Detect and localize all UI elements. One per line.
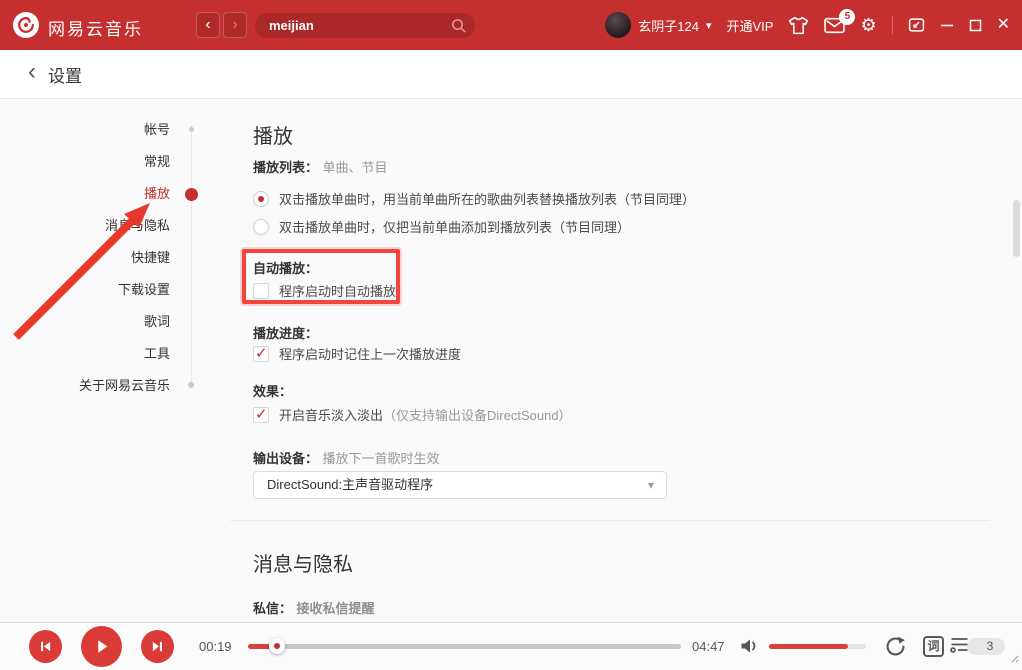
checkbox-label: 程序启动时记住上一次播放进度 [279,344,461,363]
radio-label: 双击播放单曲时，仅把当前单曲添加到播放列表（节目同理） [279,217,630,236]
previous-track-button[interactable] [29,630,62,663]
play-button[interactable] [81,626,122,667]
search-icon[interactable] [450,17,467,39]
radio-unselected-icon[interactable] [253,219,269,235]
back-button[interactable]: ‹ [196,12,220,38]
resize-handle-icon[interactable] [1009,650,1019,668]
playlist-note: 单曲、节目 [322,160,387,175]
titlebar-divider [892,16,893,34]
autoplay-checkbox-row[interactable]: 程序启动时自动播放 [253,281,396,300]
titlebar: 网易云音乐 ‹ › 玄阴子124 ▾ 开通VIP [0,0,1022,50]
output-device-label: 输出设备： [253,451,318,466]
sidebar-item-lyrics[interactable]: 歌词 [0,306,170,338]
checkbox-label: 开启音乐淡入淡出 [279,408,383,423]
user-menu[interactable]: 玄阴子124 ▾ [605,12,711,38]
effect-note: （仅支持输出设备DirectSound） [383,408,572,423]
lyrics-button[interactable]: 词 [923,636,944,657]
progress-handle[interactable] [269,638,285,654]
radio-label: 双击播放单曲时，用当前单曲所在的歌曲列表替换播放列表（节目同理） [279,189,695,208]
playlist-label: 播放列表： [253,160,318,175]
netease-logo-icon[interactable] [13,12,39,38]
theme-skin-icon[interactable] [788,16,809,35]
remember-progress-checkbox-row[interactable]: ✓ 程序启动时记住上一次播放进度 [253,344,461,363]
select-caret-icon: ▾ [648,472,654,498]
pm-label: 私信： [253,601,292,616]
minimize-icon[interactable] [940,18,954,32]
volume-bar[interactable] [769,644,866,649]
progress-bar[interactable] [248,644,681,649]
output-device-note: 播放下一首歌时生效 [322,451,439,466]
check-glyph: ✓ [255,344,268,362]
sidebar-active-dot [185,188,198,201]
username[interactable]: 玄阴子124 [638,16,699,35]
play-progress-label: 播放进度： [253,323,318,342]
next-track-button[interactable] [141,630,174,663]
section-title-privacy: 消息与隐私 [253,548,353,577]
user-avatar[interactable] [605,12,631,38]
output-device-row: 输出设备： 播放下一首歌时生效 [253,448,439,468]
radio-selected-icon[interactable] [253,191,269,207]
page-title: 设置 [48,62,82,87]
check-glyph: ✓ [255,405,268,423]
close-icon[interactable]: ✕ [997,17,1010,33]
checkbox-checked-icon[interactable]: ✓ [253,407,269,423]
player-bar: 00:19 04:47 词 3 [0,622,1022,670]
maximize-icon[interactable] [969,19,982,32]
output-device-select[interactable]: DirectSound:主声音驱动程序 ▾ [253,471,667,499]
sidebar-track-dot-bottom [188,382,194,388]
pm-note: 接收私信提醒 [296,601,374,616]
repeat-mode-icon[interactable] [884,635,907,663]
sidebar-item-hotkeys[interactable]: 快捷键 [0,242,170,274]
checkbox-checked-icon[interactable]: ✓ [253,346,269,362]
elapsed-time: 00:19 [199,639,232,654]
titlebar-right: 玄阴子124 ▾ 开通VIP 5 ⚙ [605,0,1010,50]
app-title: 网易云音乐 [48,15,143,40]
settings-sidebar: 帐号 常规 播放 消息与隐私 快捷键 下载设置 歌词 工具 关于网易云音乐 [0,114,170,402]
playlist-radio-append[interactable]: 双击播放单曲时，仅把当前单曲添加到播放列表（节目同理） [253,217,630,236]
sidebar-item-account[interactable]: 帐号 [0,114,170,146]
playlist-setting-row: 播放列表： 单曲、节目 [253,157,387,177]
section-title-play: 播放 [253,120,293,149]
sidebar-item-about[interactable]: 关于网易云音乐 [0,370,170,402]
total-time: 04:47 [692,639,725,654]
settings-header: ‹ 设置 [0,50,1022,99]
app-window: 网易云音乐 ‹ › 玄阴子124 ▾ 开通VIP [0,0,1022,670]
forward-button[interactable]: › [223,12,247,38]
volume-fill [769,644,848,649]
sidebar-item-play[interactable]: 播放 [0,178,170,210]
settings-gear-icon[interactable]: ⚙ [860,16,876,34]
private-message-row: 私信： 接收私信提醒 [253,598,374,618]
scrollbar-thumb[interactable] [1013,200,1020,257]
vip-link[interactable]: 开通VIP [726,16,773,35]
search-box[interactable] [255,13,475,38]
volume-icon[interactable] [740,638,760,659]
sidebar-item-tools[interactable]: 工具 [0,338,170,370]
nav-buttons: ‹ › [196,12,247,38]
checkbox-label: 程序启动时自动播放 [279,281,396,300]
autoplay-label: 自动播放： [253,258,318,277]
messages-icon[interactable]: 5 [824,17,845,34]
user-caret-icon[interactable]: ▾ [706,19,712,32]
output-device-value: DirectSound:主声音驱动程序 [267,477,433,492]
fade-checkbox-row[interactable]: ✓ 开启音乐淡入淡出（仅支持输出设备DirectSound） [253,405,572,424]
sidebar-item-general[interactable]: 常规 [0,146,170,178]
sidebar-item-privacy[interactable]: 消息与隐私 [0,210,170,242]
playlist-radio-replace[interactable]: 双击播放单曲时，用当前单曲所在的歌曲列表替换播放列表（节目同理） [253,189,695,208]
section-divider [230,520,990,521]
sidebar-item-download[interactable]: 下载设置 [0,274,170,306]
sidebar-track-dot-top [189,127,194,132]
playlist-queue-icon[interactable] [948,635,971,660]
checkbox-unchecked-icon[interactable] [253,283,269,299]
search-input[interactable] [255,13,443,38]
sidebar-track-line [191,126,192,388]
settings-back-icon[interactable]: ‹ [28,60,36,84]
mini-mode-icon[interactable] [908,17,925,33]
queue-count-badge[interactable]: 3 [967,638,1005,655]
effect-label: 效果： [253,381,292,400]
mail-badge: 5 [839,9,855,25]
